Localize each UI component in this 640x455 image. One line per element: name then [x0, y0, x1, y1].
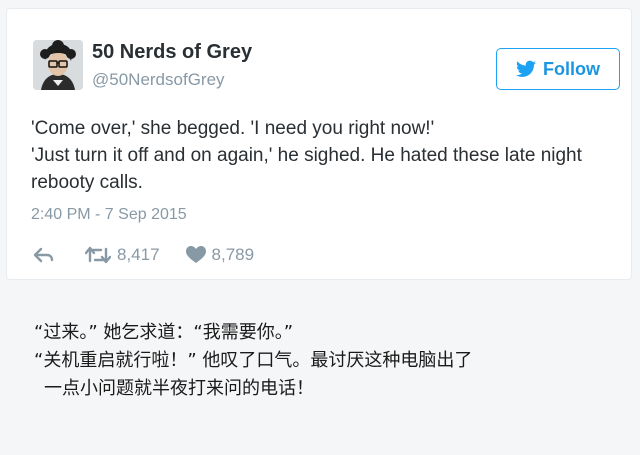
- retweet-button[interactable]: 8,417: [85, 245, 160, 265]
- twitter-bird-icon: [516, 60, 536, 77]
- tweet-timestamp[interactable]: 2:40 PM - 7 Sep 2015: [31, 206, 187, 224]
- tweet-actions: 8,417 8,789: [33, 244, 254, 266]
- follow-button[interactable]: Follow: [496, 48, 620, 90]
- heart-icon: [185, 246, 206, 263]
- caption-line: “关机重启就行啦！” 他叹了口气。最讨厌这种电脑出了: [34, 350, 473, 371]
- tweet-text: 'Come over,' she begged. 'I need you rig…: [31, 115, 621, 196]
- display-name[interactable]: 50 Nerds of Grey: [92, 41, 252, 64]
- tweet-line: 'Just turn it off and on again,' he sigh…: [31, 145, 582, 193]
- retweet-icon: [85, 246, 111, 264]
- avatar[interactable]: [33, 40, 83, 90]
- tweet-line: 'Come over,' she begged. 'I need you rig…: [31, 118, 435, 139]
- like-count: 8,789: [211, 245, 255, 264]
- caption-line: “过来。” 她乞求道：“我需要你。”: [34, 322, 294, 343]
- reply-button[interactable]: [33, 247, 55, 263]
- retweet-count: 8,417: [117, 245, 160, 264]
- chinese-caption: “过来。” 她乞求道：“我需要你。” “关机重启就行啦！” 他叹了口气。最讨厌这…: [34, 319, 624, 403]
- caption-line: 一点小问题就半夜打来问的电话！: [44, 378, 314, 399]
- like-button[interactable]: 8,789: [185, 245, 255, 265]
- user-handle[interactable]: @50NerdsofGrey: [92, 70, 225, 90]
- follow-label: Follow: [543, 58, 600, 79]
- profile-photo-icon: [33, 40, 83, 90]
- reply-icon: [33, 247, 54, 263]
